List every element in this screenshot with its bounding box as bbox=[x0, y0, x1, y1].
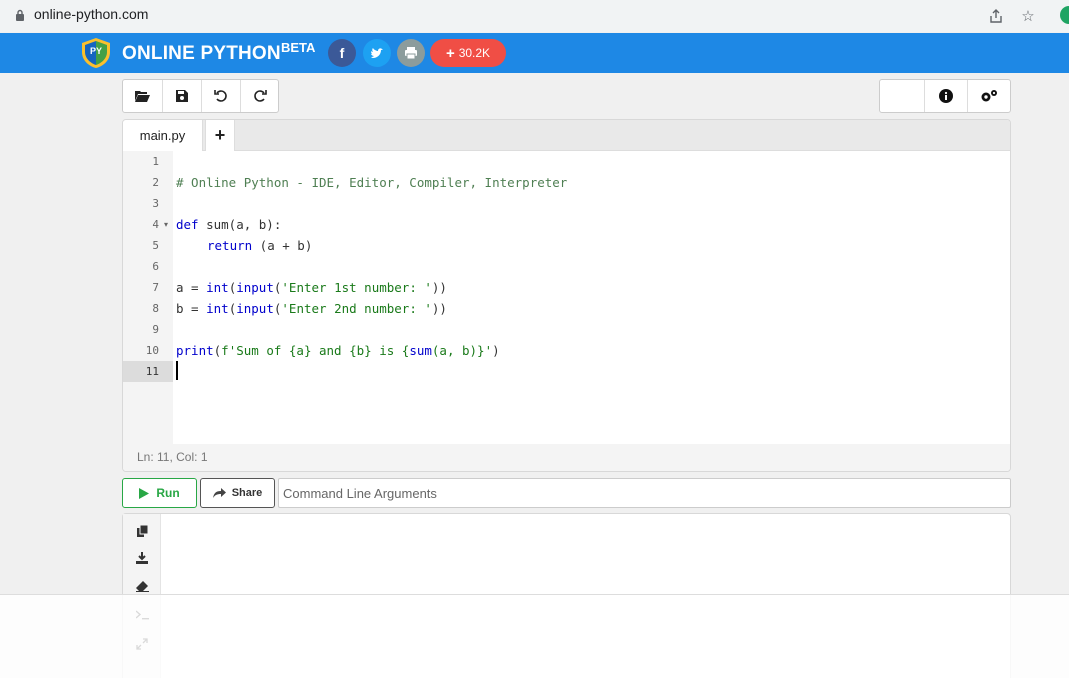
line-number: 7 bbox=[152, 281, 159, 294]
add-tab-button[interactable]: + bbox=[205, 120, 235, 151]
run-button[interactable]: Run bbox=[122, 478, 197, 508]
cursor-position-status: Ln: 11, Col: 1 bbox=[123, 444, 1010, 471]
line-number: 6 bbox=[152, 260, 159, 273]
undo-icon bbox=[214, 90, 227, 102]
save-icon bbox=[176, 90, 188, 102]
line-number: 9 bbox=[152, 323, 159, 336]
bookmark-star-icon[interactable]: ☆ bbox=[1018, 6, 1038, 26]
settings-button[interactable] bbox=[968, 80, 1010, 112]
redo-icon bbox=[253, 90, 267, 102]
overlay-fade bbox=[0, 594, 1069, 678]
dark-mode-icon bbox=[898, 88, 906, 104]
save-file-button[interactable] bbox=[163, 80, 202, 112]
share-count-value: 30.2K bbox=[458, 46, 491, 60]
code-line-4[interactable]: def sum(a, b): bbox=[176, 214, 281, 235]
code-line-7[interactable]: a = int(input('Enter 1st number: ')) bbox=[176, 277, 447, 298]
line-number-gutter: 1 2 3 4 ▾ 5 6 7 8 9 10 11 bbox=[123, 151, 173, 444]
command-line-arguments-input[interactable] bbox=[278, 478, 1011, 508]
url-text[interactable]: online-python.com bbox=[34, 6, 148, 22]
text-cursor bbox=[176, 361, 178, 380]
code-line-5[interactable]: return (a + b) bbox=[207, 235, 312, 256]
open-file-button[interactable] bbox=[123, 80, 163, 112]
fold-arrow-icon[interactable]: ▾ bbox=[164, 214, 168, 235]
line-number: 1 bbox=[152, 155, 159, 168]
line-number: 3 bbox=[152, 197, 159, 210]
code-line-2[interactable]: # Online Python - IDE, Editor, Compiler,… bbox=[176, 172, 567, 193]
code-area[interactable]: # Online Python - IDE, Editor, Compiler,… bbox=[173, 151, 1010, 444]
file-toolbar bbox=[122, 79, 279, 113]
share-label: Share bbox=[231, 487, 263, 499]
editor-tabs: main.py + bbox=[123, 120, 1010, 151]
code-line-10[interactable]: print(f'Sum of {a} and {b} is {sum(a, b)… bbox=[176, 340, 500, 361]
settings-toolbar bbox=[879, 79, 1011, 113]
twitter-share-button[interactable] bbox=[363, 39, 391, 67]
line-number: 8 bbox=[152, 302, 159, 315]
line-number: 5 bbox=[152, 239, 159, 252]
play-icon bbox=[139, 487, 150, 499]
line-number: 10 bbox=[145, 344, 159, 357]
tab-main-py[interactable]: main.py bbox=[123, 120, 203, 151]
browser-address-bar: online-python.com ☆ bbox=[0, 0, 1069, 32]
settings-icon bbox=[981, 90, 997, 102]
svg-text:PY: PY bbox=[90, 46, 102, 56]
lock-icon bbox=[16, 9, 24, 21]
eraser-icon[interactable] bbox=[133, 577, 151, 595]
plus-icon: + bbox=[445, 44, 455, 62]
copy-icon[interactable] bbox=[133, 522, 151, 540]
code-editor-panel: main.py + 1 2 3 4 ▾ 5 6 7 8 9 10 11 # On… bbox=[122, 119, 1011, 472]
undo-button[interactable] bbox=[202, 80, 241, 112]
facebook-share-button[interactable]: f bbox=[328, 39, 356, 67]
share-count-button[interactable]: + 30.2K bbox=[430, 39, 506, 67]
beta-badge: BETA bbox=[281, 40, 316, 55]
share-button[interactable]: Share bbox=[200, 478, 275, 508]
line-number: 2 bbox=[152, 176, 159, 189]
info-button[interactable] bbox=[925, 80, 968, 112]
dark-mode-button[interactable] bbox=[880, 80, 925, 112]
extension-icon[interactable] bbox=[1060, 6, 1069, 24]
run-label: Run bbox=[156, 486, 180, 500]
share-arrow-icon bbox=[212, 488, 226, 498]
redo-button[interactable] bbox=[241, 80, 278, 112]
download-icon[interactable] bbox=[133, 549, 151, 567]
line-number-active: 11 bbox=[123, 361, 173, 382]
brand-title[interactable]: ONLINE PYTHON bbox=[122, 43, 281, 65]
code-line-8[interactable]: b = int(input('Enter 2nd number: ')) bbox=[176, 298, 447, 319]
share-page-icon[interactable] bbox=[986, 6, 1006, 26]
site-header: PY ONLINE PYTHON BETA f + 30.2K bbox=[0, 33, 1069, 73]
print-button[interactable] bbox=[397, 39, 425, 67]
folder-open-icon bbox=[135, 91, 150, 102]
python-shield-logo-icon[interactable]: PY bbox=[80, 37, 112, 69]
info-icon bbox=[939, 89, 953, 103]
